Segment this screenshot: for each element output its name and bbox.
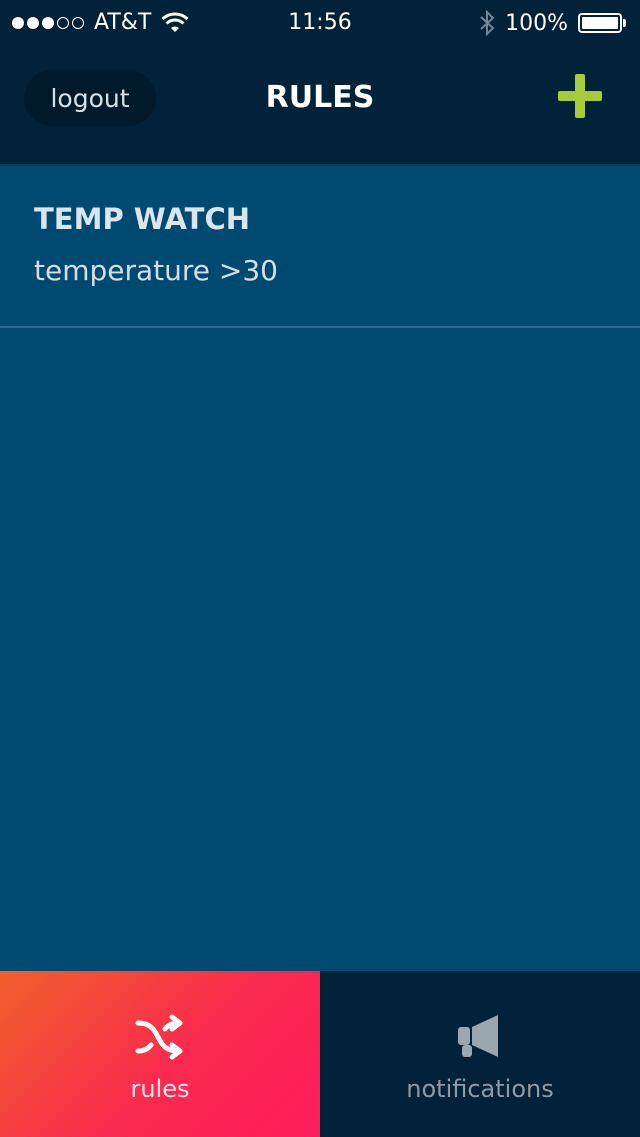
battery-tip (623, 19, 626, 27)
battery-icon (578, 13, 626, 33)
rule-condition: temperature >30 (34, 254, 278, 287)
tab-rules[interactable]: rules (0, 971, 320, 1137)
shuffle-icon (135, 1014, 183, 1060)
rule-list-item[interactable]: TEMP WATCH temperature >30 (0, 166, 640, 328)
battery-fill (582, 17, 618, 29)
tab-bar: rules notifications (0, 971, 640, 1137)
status-bar: AT&T 11:56 100% (0, 0, 640, 50)
bluetooth-icon (480, 10, 495, 36)
rule-name: TEMP WATCH (34, 202, 251, 236)
megaphone-icon (458, 1015, 498, 1057)
status-right: 100% (479, 10, 626, 36)
battery-percent: 100% (505, 10, 568, 36)
nav-header: logout RULES (0, 50, 640, 166)
battery-body (578, 13, 622, 33)
tab-rules-label: rules (130, 1075, 190, 1103)
tab-notifications-label: notifications (406, 1075, 554, 1103)
app-screen: AT&T 11:56 100% logout RULES TEMP WATCH … (0, 0, 640, 1137)
add-rule-button[interactable] (556, 72, 604, 120)
tab-notifications[interactable]: notifications (320, 971, 640, 1137)
rules-list: TEMP WATCH temperature >30 (0, 166, 640, 328)
page-title: RULES (265, 80, 375, 115)
plus-icon (558, 74, 602, 118)
